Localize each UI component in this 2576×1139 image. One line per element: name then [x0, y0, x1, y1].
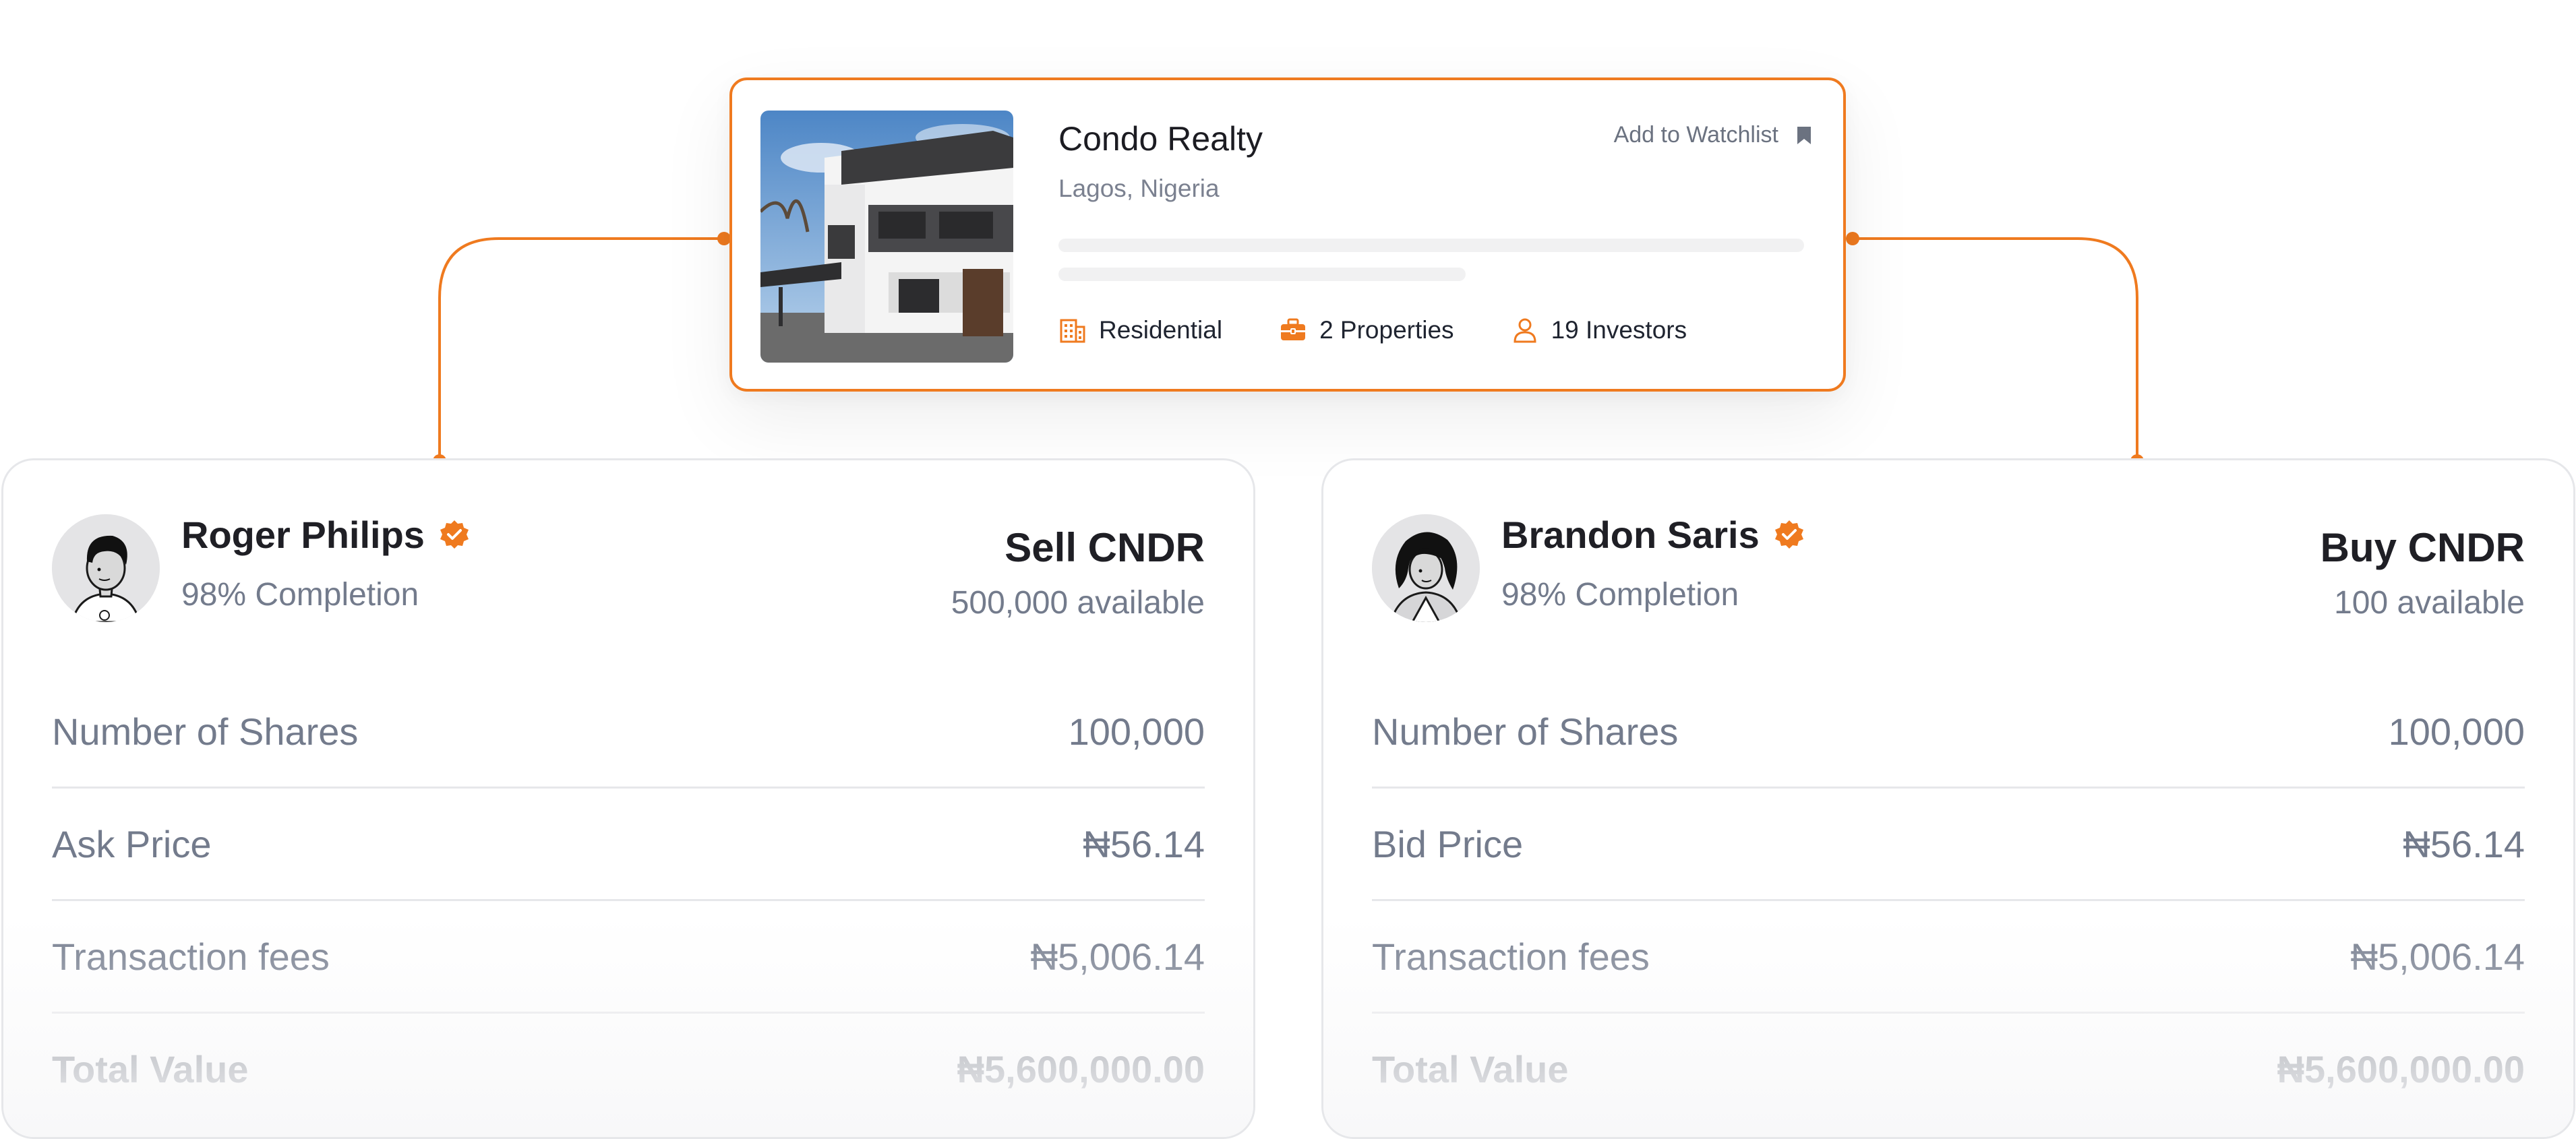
detail-label: Number of Shares — [52, 710, 359, 753]
total-row: Total Value ₦5,600,000.00 — [52, 1014, 1205, 1124]
verified-badge-icon — [1774, 520, 1803, 549]
meta-label: 19 Investors — [1551, 316, 1687, 344]
total-row: Total Value ₦5,600,000.00 — [1372, 1014, 2525, 1124]
bookmark-icon — [1797, 126, 1811, 144]
detail-label: Number of Shares — [1372, 710, 1679, 753]
property-meta: Residential 2 Properties 19 Investors — [1058, 316, 1687, 344]
property-card[interactable]: Condo Realty Lagos, Nigeria Add to Watch… — [729, 78, 1846, 392]
detail-label: Total Value — [1372, 1047, 1569, 1090]
buy-order-card[interactable]: Brandon Saris 98% Completion Buy CNDR 10… — [1321, 458, 2575, 1139]
meta-investors: 19 Investors — [1511, 316, 1687, 344]
meta-label: Residential — [1099, 316, 1223, 344]
buyer-name-text: Brandon Saris — [1501, 514, 1760, 556]
order-details: Number of Shares 100,000 Ask Price ₦56.1… — [52, 676, 1205, 1124]
avatar — [52, 514, 160, 622]
detail-value: ₦56.14 — [1083, 822, 1205, 865]
detail-row: Number of Shares 100,000 — [1372, 676, 2525, 789]
detail-row: Transaction fees ₦5,006.14 — [1372, 901, 2525, 1014]
building-icon — [1060, 319, 1085, 343]
detail-label: Transaction fees — [52, 935, 330, 978]
completion-rate: 98% Completion — [1501, 577, 1739, 613]
detail-value: ₦5,006.14 — [2350, 935, 2525, 978]
action-title: Buy CNDR — [2320, 525, 2525, 570]
detail-label: Total Value — [52, 1047, 249, 1090]
detail-row: Ask Price ₦56.14 — [52, 789, 1205, 901]
add-to-watchlist-button[interactable]: Add to Watchlist — [1614, 122, 1812, 148]
verified-badge-icon — [440, 520, 469, 549]
completion-rate: 98% Completion — [181, 577, 419, 613]
person-icon — [1514, 318, 1536, 343]
meta-label: 2 Properties — [1319, 316, 1454, 344]
detail-label: Transaction fees — [1372, 935, 1650, 978]
placeholder-line — [1058, 239, 1804, 252]
detail-value: ₦5,600,000.00 — [2277, 1047, 2525, 1090]
detail-value: 100,000 — [1068, 710, 1205, 753]
detail-row: Transaction fees ₦5,006.14 — [52, 901, 1205, 1014]
property-title: Condo Realty — [1058, 120, 1263, 158]
watchlist-label: Add to Watchlist — [1613, 122, 1778, 148]
detail-row: Bid Price ₦56.14 — [1372, 789, 2525, 901]
seller-name: Roger Philips — [181, 513, 471, 557]
order-details: Number of Shares 100,000 Bid Price ₦56.1… — [1372, 676, 2525, 1124]
avatar — [1372, 514, 1480, 622]
detail-value: 100,000 — [2388, 710, 2525, 753]
briefcase-icon — [1281, 318, 1306, 340]
detail-value: ₦5,006.14 — [1030, 935, 1205, 978]
order-action: Sell CNDR 500,000 available — [951, 528, 1205, 621]
detail-value: ₦5,600,000.00 — [957, 1047, 1205, 1090]
placeholder-line — [1058, 268, 1466, 281]
seller-name-text: Roger Philips — [181, 514, 425, 556]
buyer-name: Brandon Saris — [1501, 513, 1805, 557]
action-title: Sell CNDR — [1005, 525, 1205, 570]
property-location: Lagos, Nigeria — [1058, 175, 1220, 202]
meta-properties: 2 Properties — [1279, 316, 1454, 344]
detail-label: Bid Price — [1372, 822, 1524, 865]
detail-row: Number of Shares 100,000 — [52, 676, 1205, 789]
available-amount: 100 available — [2334, 585, 2525, 621]
detail-label: Ask Price — [52, 822, 212, 865]
property-photo — [760, 111, 1013, 363]
sell-order-card[interactable]: Roger Philips 98% Completion Sell CNDR 5… — [1, 458, 1255, 1139]
available-amount: 500,000 available — [951, 585, 1205, 621]
detail-value: ₦56.14 — [2403, 822, 2525, 865]
meta-type: Residential — [1058, 316, 1222, 344]
order-action: Buy CNDR 100 available — [2320, 528, 2525, 621]
